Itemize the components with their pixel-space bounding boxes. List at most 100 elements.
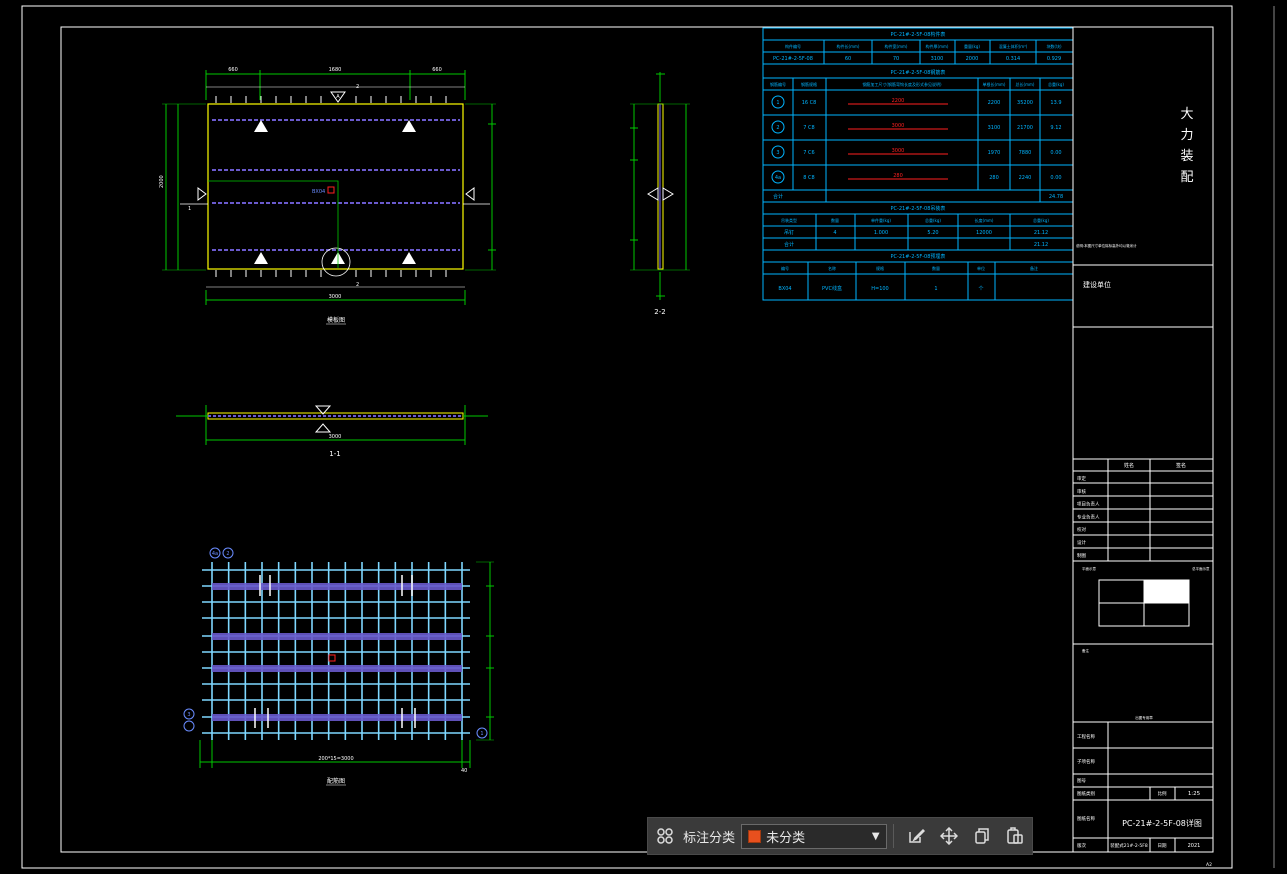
lift-table-title: PC-21#-2-5F-08吊装表: [891, 205, 946, 212]
stamp-label: 出图专用章: [1135, 715, 1153, 720]
rebar-row-length: 2200: [988, 100, 1001, 106]
paste-icon[interactable]: [999, 817, 1032, 855]
plan-view: 660 1680 660 A 2 BX04 1 2000 2 3000 模板图: [159, 67, 496, 325]
summary-header: 构件长(mm): [837, 43, 860, 49]
rebar-row-no: 2: [776, 125, 779, 131]
vertical-title-char: 配: [1180, 170, 1193, 185]
rebar-row-weight: 0.00: [1050, 150, 1061, 156]
rebar-row-shape-length: 2200: [892, 98, 905, 104]
category-value: 未分类: [766, 830, 806, 846]
plan-marker-2-top: 2: [356, 84, 359, 90]
date-label: 日期: [1158, 843, 1167, 849]
vertical-title-char: 装: [1180, 149, 1193, 164]
rebar-row-shape-length: 3000: [892, 123, 905, 129]
summary-cell: 70: [893, 56, 899, 62]
embed-cell: BX04: [778, 286, 791, 292]
toolbar-separator: [892, 824, 894, 848]
annotation-toolbar: 标注分类 未分类 ▼: [647, 817, 1033, 855]
plan-dim-overall: 3000: [329, 294, 342, 300]
drawing-no-label: 图号: [1077, 778, 1086, 784]
lift-cell: 4: [833, 230, 836, 236]
cad-drawing-canvas[interactable]: 660 1680 660 A 2 BX04 1 2000 2 3000 模板图 …: [0, 0, 1287, 874]
rebar-embed-box: [328, 654, 336, 662]
rebar-row-total: 7880: [1019, 150, 1032, 156]
sign-row-label: 审定: [1077, 475, 1086, 482]
edit-icon[interactable]: [900, 817, 933, 855]
plan-marker-2-bottom: 2: [356, 282, 359, 288]
drawing-code-value: 装配式21#-2-5F8: [1110, 842, 1148, 849]
sign-row-label: 专业负责人: [1077, 513, 1100, 520]
rebar-row-spec: 16 C8: [802, 100, 817, 106]
apps-icon[interactable]: [648, 817, 681, 855]
move-icon[interactable]: [933, 817, 966, 855]
remark-label: 备注: [1082, 648, 1090, 653]
embed-header: 规格: [876, 265, 884, 271]
sign-header-name: 姓名: [1124, 462, 1134, 469]
rebar-marker-1: 1: [480, 731, 483, 737]
embed-header: 备注: [1030, 265, 1038, 271]
rebar-row-weight: 13.9: [1050, 100, 1061, 106]
lift-header: 吊装类型: [781, 217, 797, 223]
section-2-2-label: 2-2: [654, 308, 665, 316]
plan-dim-top-right: 660: [432, 67, 442, 73]
rebar-row-length: 280: [989, 175, 999, 181]
embed-header: 编号: [781, 265, 789, 271]
category-color-swatch: [748, 829, 762, 843]
plan-embed-label: BX04: [312, 189, 325, 195]
rebar-row-no: 3: [776, 150, 779, 156]
date-value: 2021: [1188, 843, 1201, 849]
embed-header: 名称: [828, 265, 836, 271]
section-1-1-view: 3000 1-1: [176, 405, 488, 458]
plan-dim-top-left: 660: [228, 67, 238, 73]
drawing-name-label: 图纸名称: [1077, 815, 1095, 822]
rebar-dim-bottom: 200*15=3000: [318, 756, 353, 762]
rebar-header: 钢筋编号: [770, 81, 786, 87]
sign-row-label: 审核: [1077, 488, 1086, 495]
summary-cell: 60: [845, 56, 851, 62]
key-plan-fill: [1144, 580, 1189, 603]
category-dropdown[interactable]: 未分类 ▼: [741, 823, 887, 849]
rebar-marker-3: 3: [187, 712, 190, 718]
design-unit-label: 建设单位: [1083, 280, 1111, 289]
summary-cell: 2000: [966, 56, 979, 62]
rebar-row-no: 1: [776, 100, 779, 106]
lift-header: 总重(kg): [1033, 217, 1049, 223]
lift-cell: 12000: [976, 230, 992, 236]
summary-cell: 0.929: [1047, 56, 1061, 62]
rebar-view-title: 配筋图: [327, 777, 345, 785]
annotation-category-label: 标注分类: [683, 830, 736, 846]
plan-embed-box: [327, 186, 335, 194]
title-block-text-layer: 大力装配说明:本图尺寸单位除标高外均以毫米计建设单位姓名 签名审定审核项目负责人专…: [1076, 107, 1212, 868]
plan-dim-left-height: 2000: [159, 175, 165, 188]
rebar-row-spec: 7 C6: [803, 150, 814, 156]
rebar-header: 钢筋加工尺寸(钢筋弯钩长度及形式参见说明): [862, 81, 942, 87]
sub-project-label: 子项名称: [1077, 758, 1095, 765]
rebar-row-length: 3100: [988, 125, 1001, 131]
vertical-title-char: 大: [1180, 107, 1193, 122]
embed-header: 单位: [977, 265, 985, 271]
summary-header: 重量(kg): [964, 43, 980, 49]
drawing-name-value: PC-21#-2-5F-08详图: [1122, 818, 1202, 828]
lift-cell: 合计: [784, 241, 794, 248]
section-1-1-label: 1-1: [329, 450, 340, 458]
summary-header: 构件宽(mm): [885, 43, 908, 49]
rebar-marker-4a: 4a: [212, 551, 218, 557]
plan-marker-a-top: A: [336, 94, 340, 100]
rebar-header: 钢筋规格: [801, 81, 817, 87]
lift-cell: 吊钉: [784, 229, 794, 236]
embed-table-title: PC-21#-2-5F-08预埋表: [891, 253, 946, 260]
summary-cell: 3100: [931, 56, 944, 62]
rebar-table-title: PC-21#-2-5F-08钢筋表: [891, 69, 946, 76]
copy-icon[interactable]: [966, 817, 999, 855]
sign-row-label: 项目负责人: [1077, 501, 1100, 508]
dropdown-arrow-icon: ▼: [871, 830, 880, 842]
rebar-row-length: 1970: [988, 150, 1001, 156]
lift-header: 数量: [831, 217, 839, 223]
sign-row-label: 校对: [1077, 526, 1086, 533]
rebar-row-shape-length: 3000: [892, 148, 905, 154]
key-plan-left-label: 平面示意: [1082, 566, 1097, 571]
lift-cell: 1.000: [874, 230, 888, 236]
lift-header: 单件重(kg): [871, 217, 891, 223]
vertical-title-char: 力: [1180, 128, 1193, 143]
summary-header: 混凝土体积(m³): [999, 43, 1028, 49]
